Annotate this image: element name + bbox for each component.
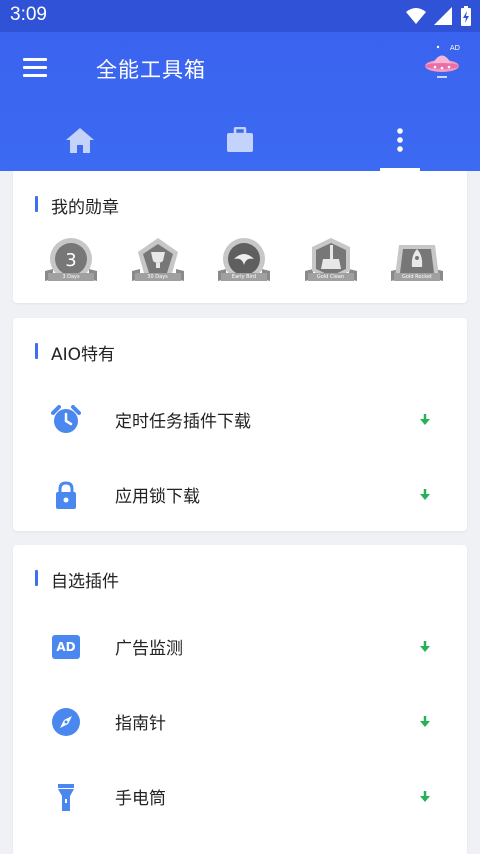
list-item-label: 应用锁下载	[115, 487, 200, 507]
medal-rocket-icon[interactable]: Gold Rocket	[385, 237, 449, 289]
status-bar: 3:09	[0, 0, 480, 32]
download-icon[interactable]	[417, 710, 433, 732]
home-icon	[66, 127, 94, 153]
medal-list: 3 3 Days 30 Days Early Bird Gold Clean G…	[39, 237, 449, 289]
app-title: 全能工具箱	[96, 58, 206, 82]
app-header: 3:09 全能工具箱 AD	[0, 0, 480, 171]
briefcase-icon	[227, 126, 253, 152]
medal-caption: 30 Days	[147, 274, 168, 280]
list-item-flashlight[interactable]: 手电筒	[13, 759, 467, 833]
battery-icon	[461, 6, 471, 26]
plugins-title: 自选插件	[35, 567, 119, 592]
medal-3-days-icon[interactable]: 3 3 Days	[39, 237, 103, 289]
list-item-label: 手电筒	[115, 789, 166, 809]
download-icon[interactable]	[417, 635, 433, 657]
plugins-card: 自选插件 AD 广告监测 指南针 手电筒	[13, 545, 467, 854]
list-item-label: 定时任务插件下载	[115, 412, 251, 432]
medal-trophy-icon[interactable]: 30 Days	[126, 237, 190, 289]
status-icons	[406, 6, 472, 26]
ad-icon: AD	[52, 635, 80, 659]
download-icon[interactable]	[417, 408, 433, 430]
tab-more[interactable]	[320, 108, 480, 171]
svg-text:3: 3	[65, 250, 76, 271]
medal-caption: Gold Rocket	[402, 274, 432, 280]
list-item-label: 广告监测	[115, 639, 183, 659]
list-item-ad-monitor[interactable]: AD 广告监测	[13, 609, 467, 683]
ad-badge: AD	[449, 44, 460, 52]
download-icon[interactable]	[417, 483, 433, 505]
status-time: 3:09	[10, 4, 47, 25]
ad-icon-text: AD	[56, 640, 76, 654]
medal-caption: 3 Days	[62, 274, 80, 280]
lock-icon	[56, 481, 76, 509]
medal-caption: Early Bird	[231, 274, 257, 280]
tab-bar	[0, 108, 480, 171]
list-item-compass[interactable]: 指南针	[13, 684, 467, 758]
list-item-label: 指南针	[115, 714, 166, 734]
wifi-icon	[406, 8, 426, 24]
list-item-app-lock[interactable]: 应用锁下载	[13, 457, 467, 531]
signal-icon	[434, 7, 452, 25]
medal-caption: Gold Clean	[316, 274, 345, 280]
tab-toolbox[interactable]	[160, 108, 320, 171]
medals-card: 我的勋章 3 3 Days 30 Days Early Bird Gold Cl…	[13, 171, 467, 303]
menu-button[interactable]	[22, 58, 52, 82]
aio-title: AIO特有	[35, 340, 115, 365]
alarm-clock-icon	[51, 405, 81, 433]
aio-card: AIO特有 定时任务插件下载 应用锁下载	[13, 318, 467, 531]
more-vertical-icon	[397, 127, 403, 152]
medal-broom-icon[interactable]: Gold Clean	[299, 237, 363, 289]
list-item-scheduled-task[interactable]: 定时任务插件下载	[13, 382, 467, 456]
medals-title: 我的勋章	[35, 193, 119, 218]
toolbar: 全能工具箱 AD	[0, 32, 480, 108]
compass-icon	[52, 708, 80, 736]
tab-home[interactable]	[0, 108, 160, 171]
medal-bird-icon[interactable]: Early Bird	[212, 237, 276, 289]
download-icon[interactable]	[417, 785, 433, 807]
flashlight-icon	[58, 784, 74, 811]
